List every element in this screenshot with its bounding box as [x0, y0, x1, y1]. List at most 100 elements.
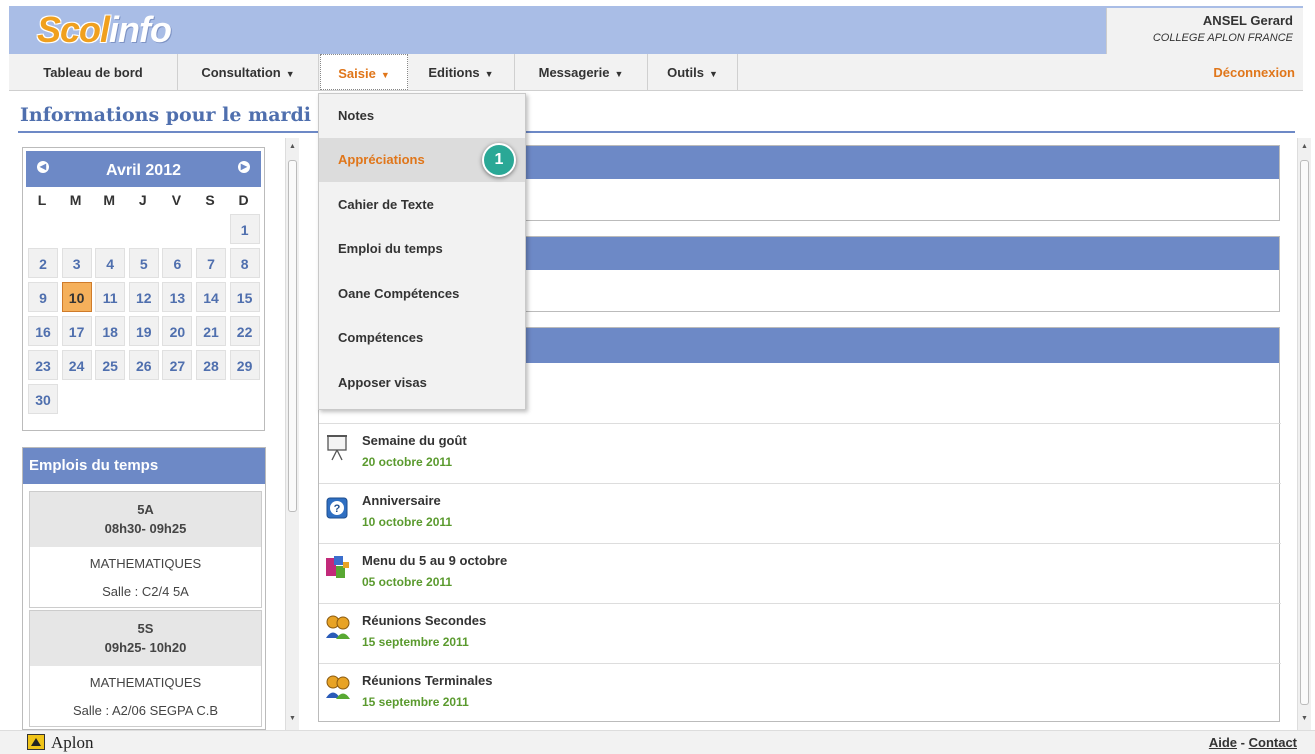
calendar-day[interactable]: 16	[28, 316, 58, 346]
news-item[interactable]: Semaine du goût 20 octobre 2011	[319, 423, 1281, 483]
menu-messagerie[interactable]: Messagerie ▼	[515, 54, 648, 91]
weekday-label: D	[238, 192, 249, 208]
calendar-header: ◀ Avril 2012 ▶	[26, 151, 261, 187]
dropdown-item-apposer-visas[interactable]: Apposer visas	[319, 361, 525, 405]
calendar-day[interactable]: 9	[28, 282, 58, 312]
calendar-day[interactable]: 15	[229, 282, 260, 312]
calendar-day[interactable]: 2	[28, 248, 58, 278]
dropdown-item-competences[interactable]: Compétences	[319, 316, 525, 360]
calendar-day[interactable]: 24	[61, 350, 92, 380]
scroll-down-icon[interactable]: ▼	[289, 715, 296, 722]
calendar-day[interactable]: 30	[28, 384, 58, 414]
news-item[interactable]: ? Anniversaire 10 octobre 2011	[319, 483, 1281, 543]
news-title: Réunions Terminales	[362, 673, 493, 688]
weekday-label: S	[205, 192, 215, 208]
calendar-day[interactable]: 14	[196, 282, 226, 312]
slot-header: 5S 09h25- 10h20	[30, 611, 261, 666]
menu-label: Messagerie	[538, 65, 610, 80]
scolinfo-logo[interactable]: Scolinfo	[37, 9, 172, 50]
presentation-board-icon	[327, 435, 347, 461]
caret-down-icon: ▼	[285, 69, 295, 79]
calendar-day[interactable]: 17	[61, 316, 92, 346]
scroll-down-icon[interactable]: ▼	[1301, 715, 1308, 722]
calendar-day[interactable]: 7	[196, 248, 226, 278]
page-title: Informations pour le mardi	[20, 104, 312, 126]
calendar-day[interactable]: 5	[128, 248, 159, 278]
calendar-day[interactable]: 13	[162, 282, 193, 312]
calendar-weekdays: LMMJVSD	[27, 192, 263, 212]
footer-links: Aide - Contact	[1209, 735, 1297, 750]
scroll-up-icon[interactable]: ▲	[289, 143, 296, 150]
calendar-day[interactable]: 1	[229, 214, 260, 244]
news-item[interactable]: Réunions Terminales 15 septembre 2011	[319, 663, 1281, 723]
school-name: COLLEGE APLON FRANCE	[1152, 32, 1293, 44]
help-link[interactable]: Aide	[1209, 735, 1237, 750]
right-scrollbar[interactable]: ▲ ▼	[1297, 138, 1311, 730]
calendar-day[interactable]: 28	[196, 350, 226, 380]
logo-part-1: Scol	[37, 9, 110, 50]
title-divider	[18, 131, 1295, 133]
users-meeting-icon	[326, 615, 350, 639]
left-scrollbar[interactable]: ▲ ▼	[285, 138, 299, 730]
footer-bar: Aplon Aide - Contact	[0, 730, 1315, 754]
slot-header: 5A 08h30- 09h25	[30, 492, 261, 547]
calendar-day[interactable]: 18	[95, 316, 126, 346]
calendar-day[interactable]: 19	[128, 316, 159, 346]
dropdown-item-oane-competences[interactable]: Oane Compétences	[319, 272, 525, 316]
scrollbar-thumb[interactable]	[288, 160, 297, 512]
calendar-day[interactable]: 11	[95, 282, 126, 312]
slot-room: Salle : C2/4 5A	[102, 584, 189, 599]
scrollbar-thumb[interactable]	[1300, 160, 1309, 705]
news-date: 20 octobre 2011	[362, 455, 453, 469]
menu-tableau-de-bord[interactable]: Tableau de bord	[9, 54, 178, 91]
next-month-icon[interactable]: ▶	[238, 161, 250, 173]
scroll-up-icon[interactable]: ▲	[1301, 143, 1308, 150]
slot-room: Salle : A2/06 SEGPA C.B	[72, 703, 218, 718]
dropdown-item-emploi-du-temps[interactable]: Emploi du temps	[319, 227, 525, 271]
calendar-day[interactable]: 21	[196, 316, 226, 346]
news-title: Réunions Secondes	[362, 613, 487, 628]
calendar-widget: ◀ Avril 2012 ▶ LMMJVSD 1 2 3 4 5 6 7 8 9 10 11 12 13…	[22, 147, 265, 431]
calendar-day[interactable]: 25	[95, 350, 126, 380]
calendar-day[interactable]: 20	[162, 316, 193, 346]
contact-link[interactable]: Contact	[1249, 735, 1297, 750]
slot-time: 08h30- 09h25	[104, 521, 187, 536]
slot-details: MATHEMATIQUES Salle : A2/06 SEGPA C.B	[30, 666, 261, 726]
menu-consultation[interactable]: Consultation ▼	[178, 54, 319, 91]
calendar-day[interactable]: 12	[128, 282, 159, 312]
logout-link[interactable]: Déconnexion	[1213, 54, 1295, 91]
saisie-dropdown-menu: Notes Appréciations Cahier de Texte Empl…	[318, 93, 526, 410]
menu-label: Editions	[428, 65, 480, 80]
calendar-day[interactable]: 4	[95, 248, 126, 278]
caret-down-icon: ▼	[484, 69, 494, 79]
news-date: 05 octobre 2011	[362, 575, 453, 589]
news-item[interactable]: Menu du 5 au 9 octobre 05 octobre 2011	[319, 543, 1281, 603]
calendar-day[interactable]: 3	[61, 248, 92, 278]
dropdown-item-notes[interactable]: Notes	[319, 94, 525, 138]
calendar-day[interactable]: 29	[229, 350, 260, 380]
schedule-slot[interactable]: 5S 09h25- 10h20 MATHEMATIQUES Salle : A2…	[29, 610, 262, 727]
menu-outils[interactable]: Outils ▼	[648, 54, 738, 91]
schedule-slot[interactable]: 5A 08h30- 09h25 MATHEMATIQUES Salle : C2…	[29, 491, 262, 608]
slot-details: MATHEMATIQUES Salle : C2/4 5A	[30, 547, 261, 607]
news-item[interactable]: Réunions Secondes 15 septembre 2011	[319, 603, 1281, 663]
weekday-label: M	[103, 192, 116, 208]
calendar-day[interactable]: 6	[162, 248, 193, 278]
footer-separator: -	[1240, 735, 1245, 750]
menu-label: Tableau de bord	[43, 65, 143, 80]
calendar-day[interactable]: 23	[28, 350, 58, 380]
calendar-day[interactable]: 8	[229, 248, 260, 278]
caret-down-icon: ▼	[380, 70, 390, 80]
weekday-label: L	[37, 192, 47, 208]
calendar-day[interactable]: 27	[162, 350, 193, 380]
users-meeting-icon	[326, 675, 350, 699]
calendar-day[interactable]: 22	[229, 316, 260, 346]
calendar-day[interactable]: 26	[128, 350, 159, 380]
calendar-day-today[interactable]: 10	[61, 282, 92, 312]
prev-month-icon[interactable]: ◀	[37, 161, 49, 173]
slot-time: 09h25- 10h20	[104, 640, 187, 655]
menu-saisie[interactable]: Saisie ▼	[320, 54, 408, 90]
menu-editions[interactable]: Editions ▼	[408, 54, 515, 91]
menu-label: Outils	[667, 65, 704, 80]
dropdown-item-cahier-de-texte[interactable]: Cahier de Texte	[319, 183, 525, 227]
